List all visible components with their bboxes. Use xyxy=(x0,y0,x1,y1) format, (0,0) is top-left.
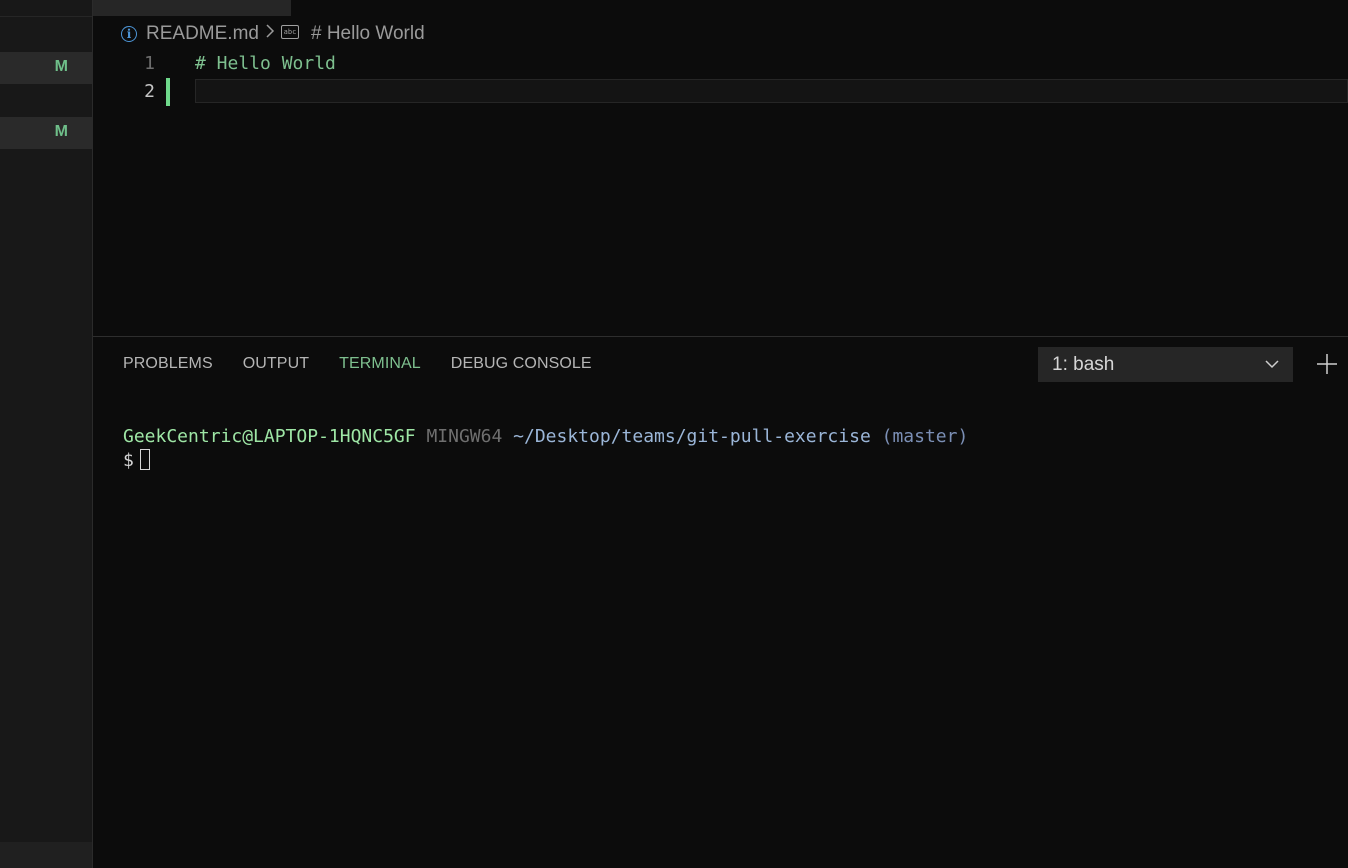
terminal-select[interactable]: 1: bash xyxy=(1038,347,1293,382)
active-editor-tab[interactable] xyxy=(93,0,291,16)
terminal-path: ~/Desktop/teams/git-pull-exercise xyxy=(513,426,871,447)
sidebar-footer xyxy=(0,842,92,868)
bottom-panel: PROBLEMS OUTPUT TERMINAL DEBUG CONSOLE 1… xyxy=(93,336,1348,868)
sidebar-file-row[interactable]: M xyxy=(0,117,92,149)
breadcrumb-symbol[interactable]: # Hello World xyxy=(311,23,425,45)
vscode-window: M M i README.md abc # Hello World 1 # He… xyxy=(0,0,1348,868)
terminal-output[interactable]: GeekCentric@LAPTOP-1HQNC5GF MINGW64 ~/De… xyxy=(123,425,968,473)
modified-badge: M xyxy=(54,58,68,75)
string-symbol-icon: abc xyxy=(280,25,299,39)
sidebar-file-row[interactable]: M xyxy=(0,52,92,84)
editor-tab-strip xyxy=(93,0,1348,16)
terminal-cursor xyxy=(139,449,150,470)
editor-area[interactable]: i README.md abc # Hello World 1 # Hello … xyxy=(93,0,1348,336)
terminal-system: MINGW64 xyxy=(426,426,503,447)
terminal-branch: (master) xyxy=(881,426,969,447)
info-icon: i xyxy=(121,26,137,42)
code-line-current[interactable]: 2 xyxy=(93,78,1348,106)
code-editor[interactable]: 1 # Hello World 2 xyxy=(93,50,1348,106)
tab-terminal[interactable]: TERMINAL xyxy=(339,355,421,373)
explorer-sidebar: M M xyxy=(0,0,93,868)
terminal-prompt: $ xyxy=(123,450,134,471)
chevron-right-icon xyxy=(265,23,275,45)
added-line-gutter-mark xyxy=(166,78,170,106)
code-line[interactable]: 1 # Hello World xyxy=(93,50,1348,78)
line-number: 1 xyxy=(144,53,155,74)
tab-debug-console[interactable]: DEBUG CONSOLE xyxy=(451,355,592,373)
line-text[interactable]: # Hello World xyxy=(195,50,336,78)
current-line-highlight xyxy=(195,79,1348,103)
tab-output[interactable]: OUTPUT xyxy=(243,355,309,373)
terminal-select-value: 1: bash xyxy=(1052,354,1115,375)
chevron-down-icon xyxy=(1265,347,1279,395)
sidebar-top-row xyxy=(0,0,92,17)
breadcrumb: i README.md abc # Hello World xyxy=(121,22,425,46)
breadcrumb-file[interactable]: README.md xyxy=(146,23,259,45)
panel-tabs: PROBLEMS OUTPUT TERMINAL DEBUG CONSOLE xyxy=(123,355,622,373)
terminal-user-host: GeekCentric@LAPTOP-1HQNC5GF xyxy=(123,426,416,447)
line-number: 2 xyxy=(144,81,155,102)
new-terminal-plus-icon[interactable] xyxy=(1315,347,1339,382)
tab-problems[interactable]: PROBLEMS xyxy=(123,355,213,373)
modified-badge: M xyxy=(54,123,68,140)
